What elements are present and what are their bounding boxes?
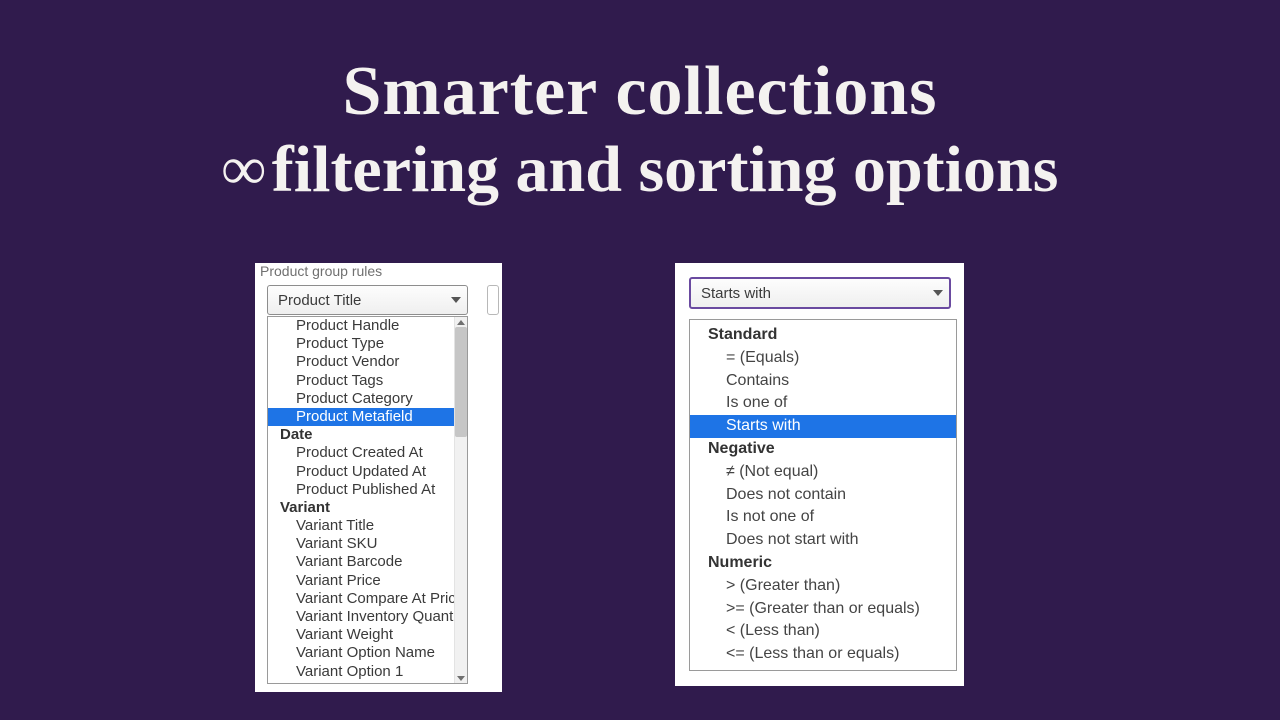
field-option[interactable]: Variant Option 1 bbox=[268, 663, 455, 681]
operator-option[interactable]: Does not contain bbox=[690, 484, 956, 507]
field-option[interactable]: Product Tags bbox=[268, 372, 455, 390]
operator-option[interactable]: Does not start with bbox=[690, 529, 956, 552]
operator-dropdown: Standard= (Equals)ContainsIs one ofStart… bbox=[689, 319, 957, 671]
field-select-value: Product Title bbox=[278, 292, 361, 309]
chevron-down-icon bbox=[451, 297, 461, 303]
operator-select-value: Starts with bbox=[701, 285, 771, 302]
field-option[interactable]: Variant Inventory Quantity bbox=[268, 608, 455, 626]
field-option[interactable]: Variant Compare At Price bbox=[268, 590, 455, 608]
operator-option[interactable]: > (Greater than) bbox=[690, 575, 956, 598]
field-group-header: Date bbox=[268, 426, 455, 444]
operator-option[interactable]: < (Less than) bbox=[690, 620, 956, 643]
field-dropdown: Product HandleProduct TypeProduct Vendor… bbox=[267, 316, 468, 684]
operator-selector-panel: Starts with Standard= (Equals)ContainsIs… bbox=[675, 263, 964, 686]
operator-option[interactable]: ≠ (Not equal) bbox=[690, 461, 956, 484]
adjacent-input[interactable] bbox=[487, 285, 499, 315]
scrollbar-thumb[interactable] bbox=[455, 327, 467, 437]
headline-line2: ∞filtering and sorting options bbox=[0, 135, 1280, 204]
operator-group-header: Standard bbox=[690, 324, 956, 347]
operator-option[interactable]: Is one of bbox=[690, 392, 956, 415]
operator-option[interactable]: <= (Less than or equals) bbox=[690, 643, 956, 666]
operator-option[interactable]: = (Equals) bbox=[690, 347, 956, 370]
field-option[interactable]: Product Created At bbox=[268, 444, 455, 462]
headline-line2-text: filtering and sorting options bbox=[272, 133, 1059, 206]
field-selector-panel: Product group rules Product Title Produc… bbox=[255, 263, 502, 692]
field-option[interactable]: Product Updated At bbox=[268, 463, 455, 481]
infinity-icon: ∞ bbox=[222, 135, 272, 203]
scroll-down-button[interactable] bbox=[455, 673, 467, 683]
field-option[interactable]: Product Category bbox=[268, 390, 455, 408]
scroll-up-button[interactable] bbox=[455, 317, 467, 327]
operator-option[interactable]: >= (Greater than or equals) bbox=[690, 598, 956, 621]
operator-group-header: Numeric bbox=[690, 552, 956, 575]
field-option[interactable]: Product Published At bbox=[268, 481, 455, 499]
field-option[interactable]: Product Handle bbox=[268, 317, 455, 335]
chevron-down-icon bbox=[933, 290, 943, 296]
field-select[interactable]: Product Title bbox=[267, 285, 468, 315]
field-option[interactable]: Product Metafield bbox=[268, 408, 455, 426]
field-option[interactable]: Variant SKU bbox=[268, 535, 455, 553]
field-option[interactable]: Variant Weight bbox=[268, 626, 455, 644]
field-option[interactable]: Variant Price bbox=[268, 572, 455, 590]
operator-option[interactable]: Contains bbox=[690, 370, 956, 393]
operator-select[interactable]: Starts with bbox=[689, 277, 951, 309]
field-group-header: Variant bbox=[268, 499, 455, 517]
section-label: Product group rules bbox=[260, 263, 382, 279]
scrollbar-track[interactable] bbox=[454, 317, 467, 683]
headline: Smarter collections ∞filtering and sorti… bbox=[0, 55, 1280, 204]
operator-option[interactable]: Starts with bbox=[690, 415, 956, 438]
field-option[interactable]: Variant Barcode bbox=[268, 553, 455, 571]
headline-line1: Smarter collections bbox=[0, 55, 1280, 129]
operator-group-header: Negative bbox=[690, 438, 956, 461]
field-option[interactable]: Product Vendor bbox=[268, 353, 455, 371]
field-option[interactable]: Variant Option Name bbox=[268, 644, 455, 662]
field-option[interactable]: Variant Title bbox=[268, 517, 455, 535]
field-option[interactable]: Product Type bbox=[268, 335, 455, 353]
operator-option[interactable]: Is not one of bbox=[690, 506, 956, 529]
